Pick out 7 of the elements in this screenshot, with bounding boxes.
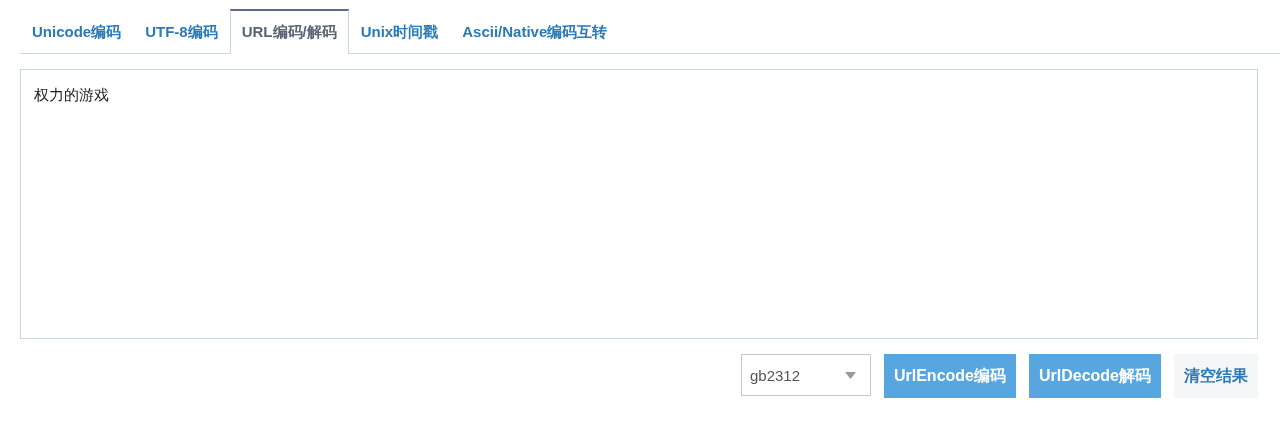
caret-icon [844, 371, 856, 379]
charset-select[interactable]: gb2312 [740, 354, 871, 396]
tab[interactable]: URL编码/解码 [229, 9, 349, 54]
action-button[interactable]: UrlEncode编码 [883, 354, 1016, 398]
action-button[interactable]: UrlDecode解码 [1028, 354, 1161, 398]
input-field[interactable]: 权力的游戏 [20, 69, 1258, 339]
clear-button[interactable]: 清空结果 [1174, 354, 1258, 398]
